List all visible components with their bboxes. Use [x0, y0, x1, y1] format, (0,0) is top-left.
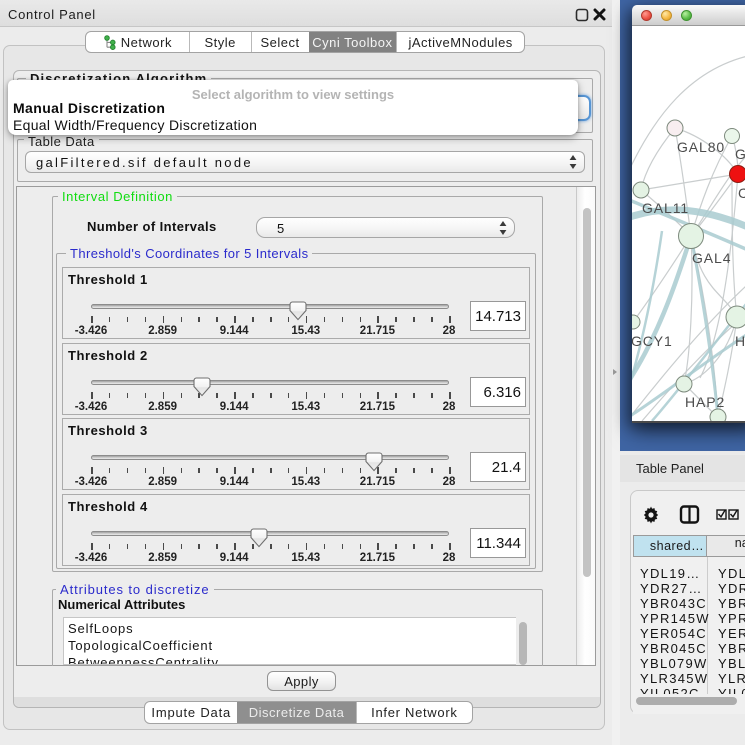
svg-text:GCY1: GCY1: [632, 333, 673, 349]
svg-text:C: C: [738, 185, 745, 201]
svg-text:GAL4: GAL4: [692, 250, 731, 266]
svg-text:H: H: [735, 333, 745, 349]
svg-text:GAL11: GAL11: [642, 200, 689, 216]
svg-text:GA: GA: [735, 146, 745, 162]
svg-text:HAP2: HAP2: [685, 394, 725, 410]
svg-text:GAL80: GAL80: [677, 139, 725, 155]
